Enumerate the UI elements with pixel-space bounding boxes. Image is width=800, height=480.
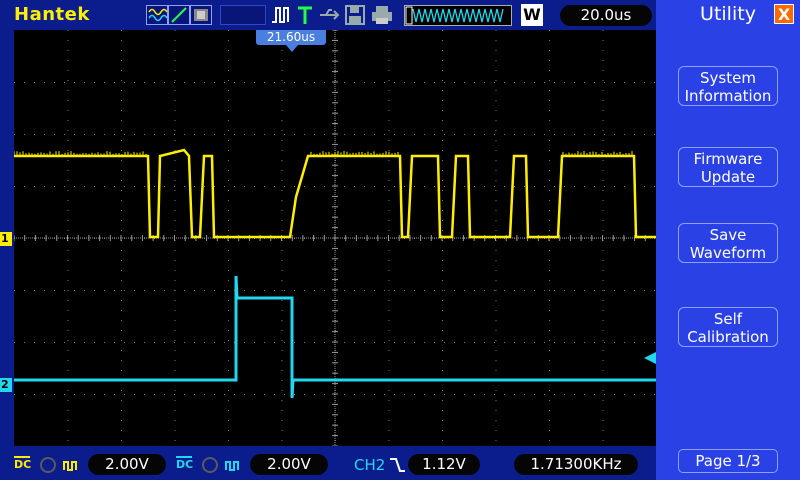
trigger-t-icon[interactable] — [296, 4, 314, 26]
display-mode-icons[interactable] — [146, 5, 212, 25]
save-icon[interactable] — [344, 4, 366, 26]
trigger-mode-badge: W — [521, 4, 543, 26]
top-status-bar: Hantek W 20.0us — [0, 0, 656, 30]
waveform-display[interactable] — [14, 30, 656, 446]
trigger-level[interactable]: 1.12V — [408, 454, 480, 475]
horizontal-cursor-readout[interactable]: 21.60us — [256, 30, 326, 45]
trigger-level-marker — [644, 352, 656, 364]
timebase-display[interactable]: 20.0us — [560, 5, 652, 26]
usb-icon — [318, 4, 342, 26]
utility-menu: Utility X System Information Firmware Up… — [656, 0, 800, 480]
cursor-pointer — [286, 45, 298, 52]
firmware-update-button[interactable]: Firmware Update — [678, 147, 778, 187]
self-calibration-button[interactable]: Self Calibration — [678, 307, 778, 347]
mode-blank-slot — [220, 5, 266, 25]
close-menu-button[interactable]: X — [774, 4, 794, 24]
ch1-coupling-icon[interactable]: DC — [14, 456, 31, 469]
trigger-position-bar[interactable] — [404, 5, 512, 26]
page-indicator-button[interactable]: Page 1/3 — [678, 449, 778, 473]
ch1-trace — [14, 150, 656, 237]
print-icon[interactable] — [370, 4, 394, 26]
ch2-invert-icon[interactable] — [224, 456, 246, 478]
ch1-invert-icon[interactable] — [62, 456, 84, 478]
vector-mode-icon[interactable] — [168, 5, 190, 25]
ch2-bw-limit-icon[interactable] — [200, 456, 220, 478]
run-icon[interactable] — [270, 4, 292, 26]
system-information-button[interactable]: System Information — [678, 66, 778, 106]
ch2-volts-div[interactable]: 2.00V — [250, 454, 328, 475]
falling-edge-icon[interactable] — [388, 456, 406, 478]
ch1-level-marker[interactable]: 1 — [0, 232, 12, 246]
trigger-source-label[interactable]: CH2 — [354, 456, 385, 474]
frequency-counter: 1.71300KHz — [514, 454, 638, 475]
waveform-mode-icon[interactable] — [146, 5, 168, 25]
persist-mode-icon[interactable] — [190, 5, 212, 25]
save-waveform-button[interactable]: Save Waveform — [678, 223, 778, 263]
ch1-volts-div[interactable]: 2.00V — [88, 454, 166, 475]
ch2-level-marker[interactable]: 2 — [0, 378, 12, 392]
ch2-coupling-icon[interactable]: DC — [176, 456, 193, 469]
bottom-status-bar: DC 2.00V DC 2.00V CH2 1.12V 1.71300KHz — [0, 448, 656, 480]
waveform-graticule — [14, 30, 656, 446]
ch1-bw-limit-icon[interactable] — [38, 456, 58, 478]
brand-logo: Hantek — [14, 4, 90, 25]
